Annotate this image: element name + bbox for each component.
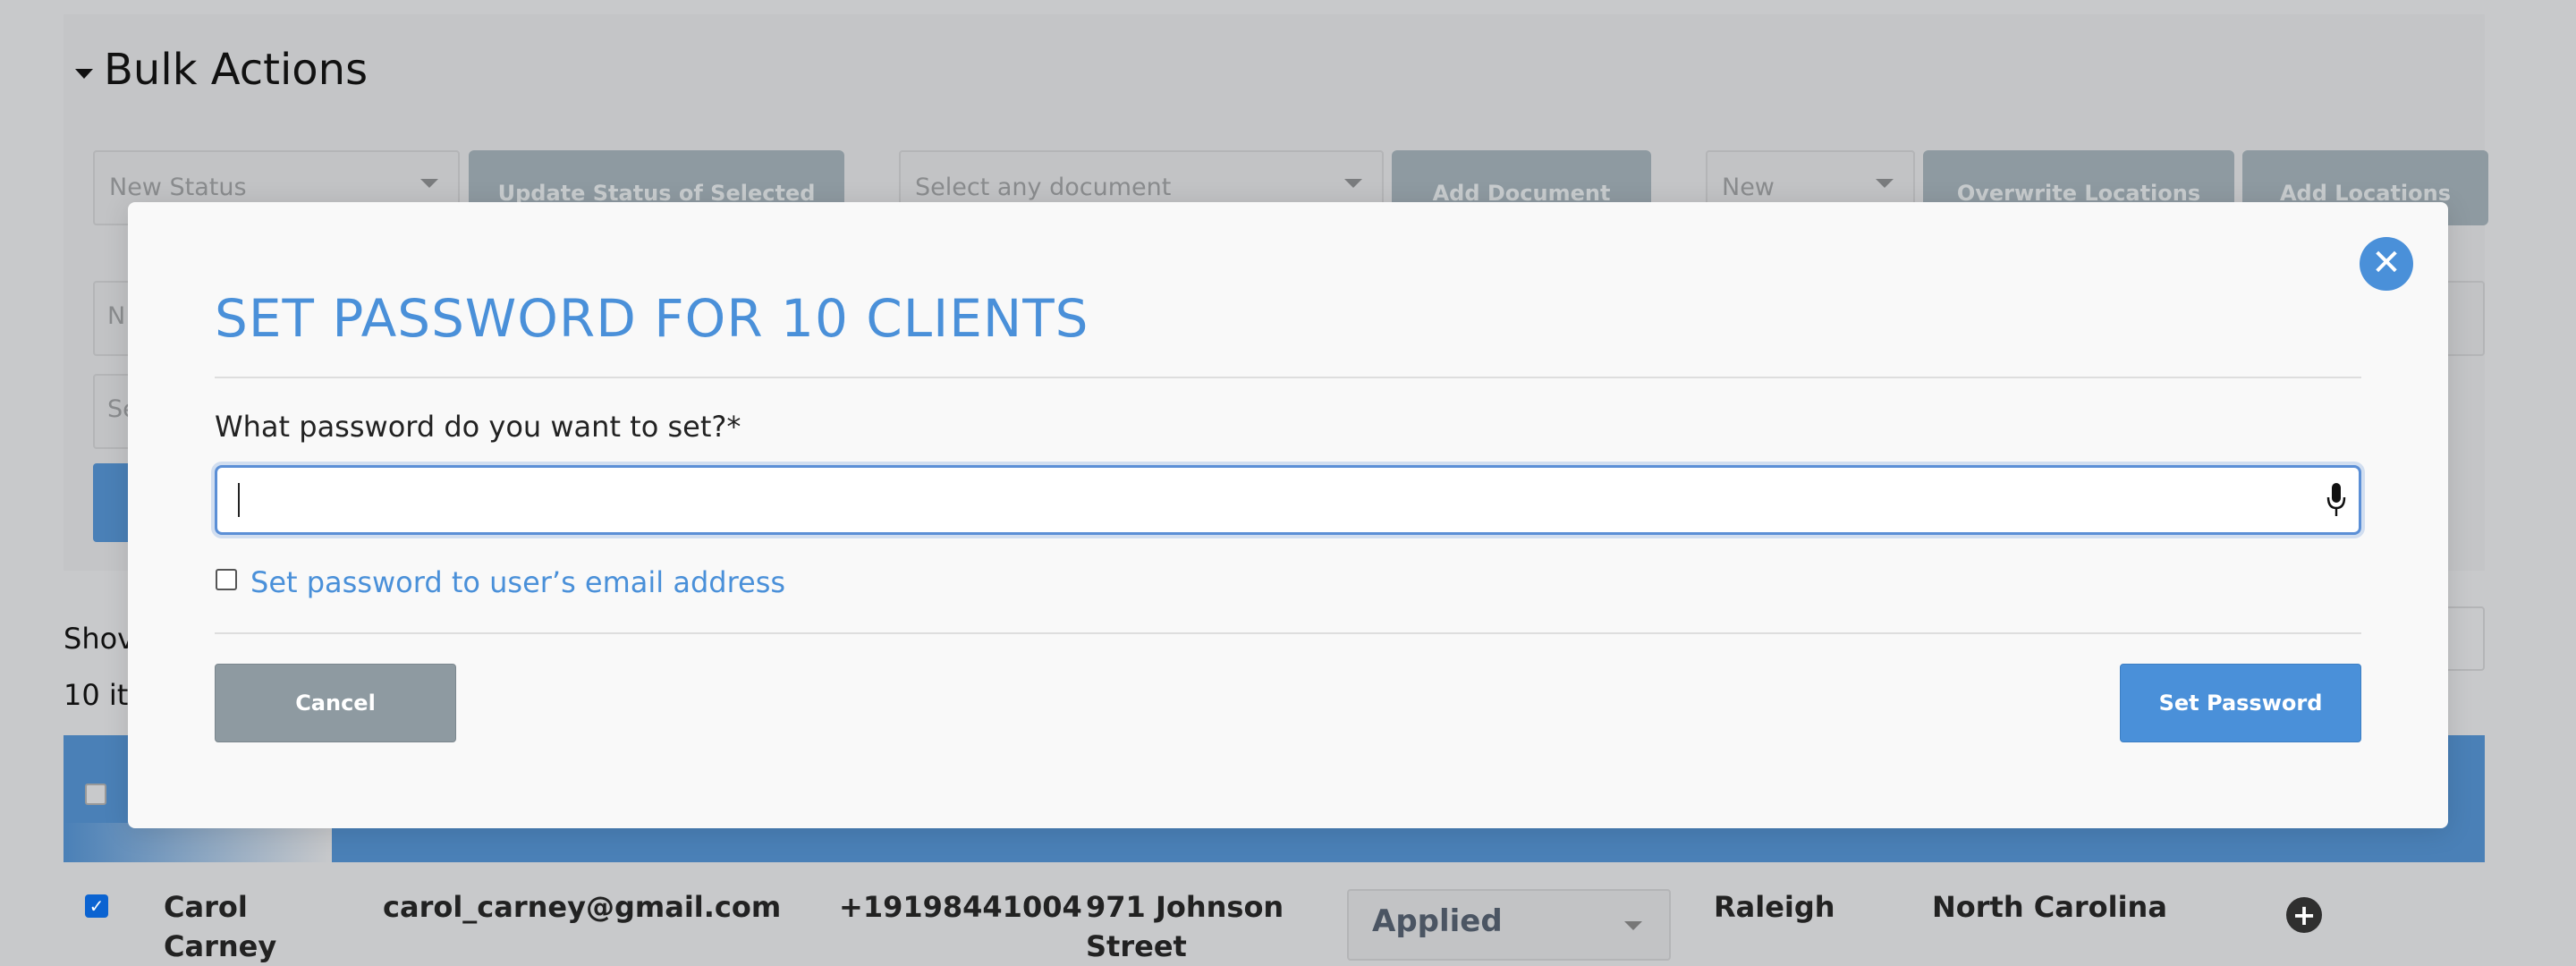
client-street: 971 Johnson Street [1086,890,1284,963]
new-status-select-value: New Status [109,174,247,201]
caret-down-icon [75,68,93,79]
client-city: Raleigh [1714,890,1835,924]
set-password-button[interactable]: Set Password [2120,664,2361,742]
cancel-button[interactable]: Cancel [215,664,456,742]
table-header-fade [64,823,332,862]
chevron-down-icon [1624,921,1642,930]
email-password-checkbox[interactable] [216,569,237,590]
row-checkbox[interactable]: ✓ [85,894,108,918]
chevron-down-icon [1344,179,1362,188]
chevron-down-icon [420,179,438,188]
chevron-down-icon [1876,179,1894,188]
client-name[interactable]: Carol Carney [164,887,316,966]
text-cursor [238,483,240,517]
email-password-checkbox-label[interactable]: Set password to user’s email address [250,565,785,599]
client-state: North Carolina [1932,890,2167,924]
client-phone: +19198441004 [839,890,1082,924]
close-icon[interactable]: ✕ [2360,237,2413,291]
password-field-label: What password do you want to set?* [215,410,741,444]
expand-row-icon[interactable]: + [2286,897,2322,933]
modal-divider-bottom [215,632,2361,634]
select-all-checkbox[interactable] [85,784,106,805]
document-select-value: Select any document [915,174,1172,201]
client-email: carol_carney@gmail.com [383,890,782,924]
bulk-actions-title: Bulk Actions [104,45,369,95]
microphone-icon[interactable] [2326,481,2347,521]
bulk-actions-header[interactable]: Bulk Actions [75,45,368,95]
client-status-select[interactable]: Applied [1347,889,1671,961]
location-select-value: New [1722,174,1775,201]
bulk-submit-button[interactable] [93,463,132,542]
modal-title: SET PASSWORD FOR 10 CLIENTS [215,288,1089,349]
client-status-value: Applied [1372,903,1503,939]
modal-divider-top [215,377,2361,378]
showing-text: Shov [64,622,135,656]
password-input[interactable] [215,465,2361,535]
